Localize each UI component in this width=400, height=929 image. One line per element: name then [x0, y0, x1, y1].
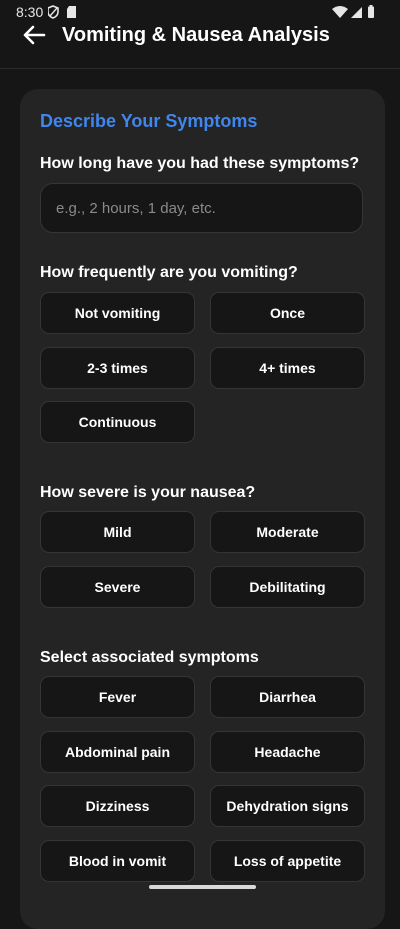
section-title: Describe Your Symptoms — [40, 111, 258, 131]
status-time: 8:30 — [16, 4, 44, 20]
symptom-option-loss-of-appetite[interactable]: Loss of appetite — [210, 840, 365, 882]
frequency-option-once[interactable]: Once — [210, 292, 365, 334]
arrow-left-icon — [23, 25, 46, 45]
symptom-option-dehydration-signs[interactable]: Dehydration signs — [210, 785, 365, 827]
frequency-option-not-vomiting[interactable]: Not vomiting — [40, 292, 195, 334]
duration-input[interactable] — [40, 183, 363, 233]
severity-option-debilitating[interactable]: Debilitating — [210, 566, 365, 608]
battery-icon — [368, 5, 374, 18]
symptom-option-blood-in-vomit[interactable]: Blood in vomit — [40, 840, 195, 882]
frequency-question: How frequently are you vomiting? — [40, 264, 298, 281]
severity-option-severe[interactable]: Severe — [40, 566, 195, 608]
severity-option-moderate[interactable]: Moderate — [210, 511, 365, 553]
page-title: Vomiting & Nausea Analysis — [62, 24, 330, 46]
app-bar: Vomiting & Nausea Analysis — [0, 24, 400, 69]
sim-card-icon — [67, 6, 76, 18]
symptom-option-fever[interactable]: Fever — [40, 676, 195, 718]
duration-question: How long have you had these symptoms? — [40, 155, 360, 172]
severity-question: How severe is your nausea? — [40, 484, 256, 501]
wifi-icon — [332, 6, 348, 18]
status-right-icons — [332, 5, 374, 18]
frequency-option-2-3-times[interactable]: 2-3 times — [40, 347, 195, 389]
severity-option-mild[interactable]: Mild — [40, 511, 195, 553]
frequency-option-continuous[interactable]: Continuous — [40, 401, 195, 443]
back-button[interactable] — [20, 24, 48, 46]
status-bar: 8:30 — [0, 0, 400, 24]
gesture-nav-bar[interactable] — [149, 885, 256, 889]
symptom-option-headache[interactable]: Headache — [210, 731, 365, 773]
frequency-option-4-plus-times[interactable]: 4+ times — [210, 347, 365, 389]
symptom-option-dizziness[interactable]: Dizziness — [40, 785, 195, 827]
symptom-option-diarrhea[interactable]: Diarrhea — [210, 676, 365, 718]
symptom-option-abdominal-pain[interactable]: Abdominal pain — [40, 731, 195, 773]
signal-icon — [351, 7, 362, 18]
shield-icon — [48, 5, 59, 19]
status-left-icons — [48, 5, 76, 19]
associated-question: Select associated symptoms — [40, 649, 259, 666]
